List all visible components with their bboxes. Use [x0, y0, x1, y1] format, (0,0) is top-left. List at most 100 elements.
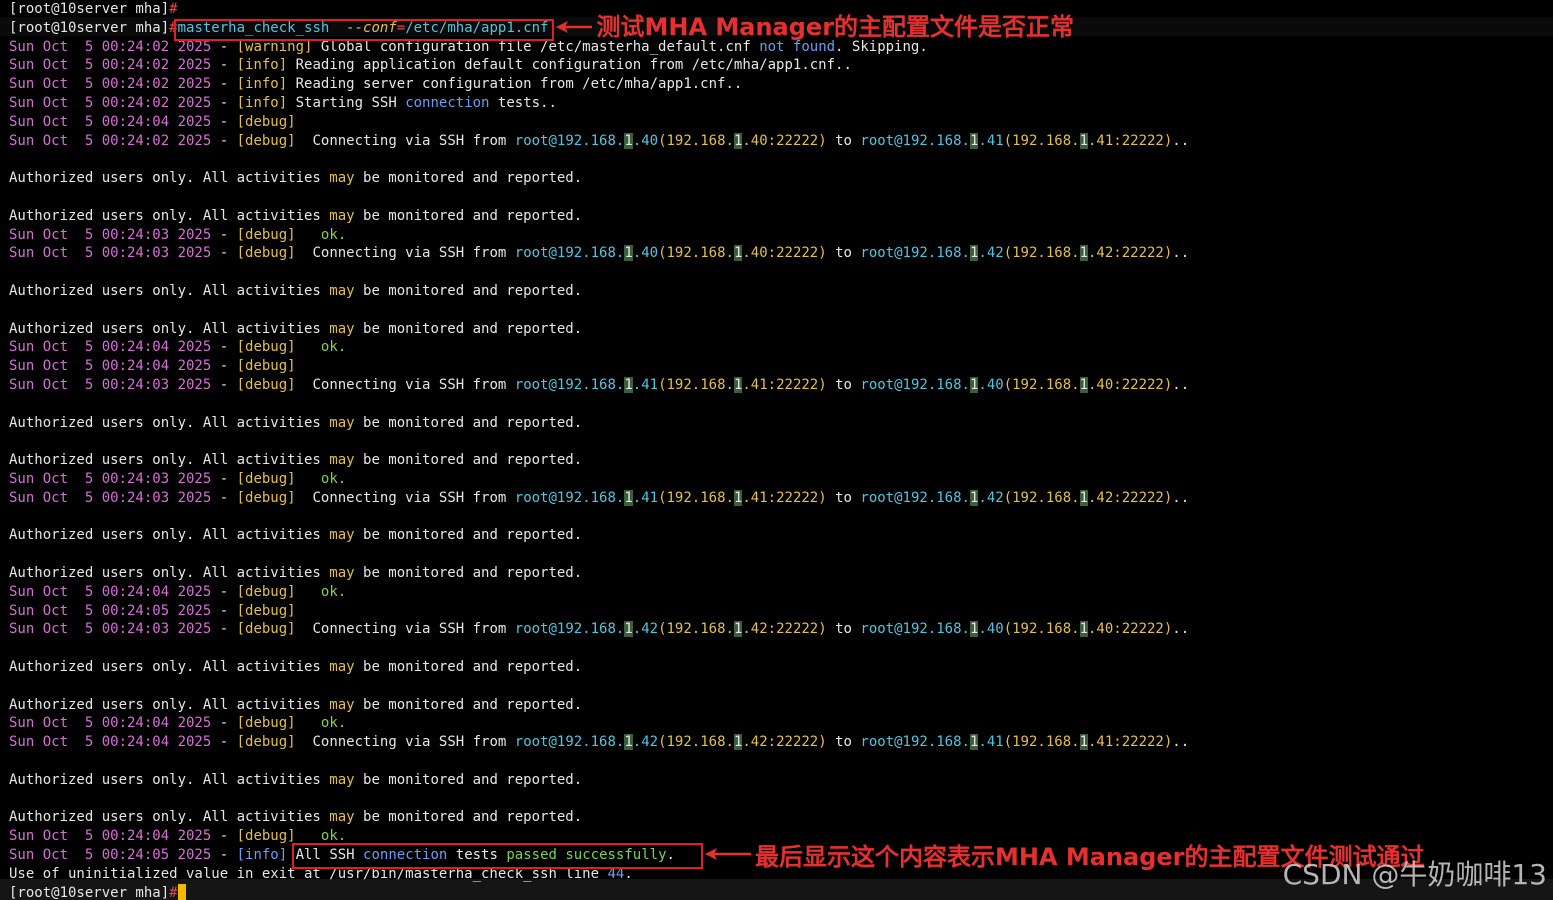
log-keyword: connection — [405, 95, 490, 111]
ip-port-text: .41:22222) — [1088, 734, 1173, 751]
log-dash: - — [211, 847, 237, 863]
ip-port-text: (192.168. — [1003, 377, 1080, 393]
ip-text: root@192.168. — [514, 245, 625, 262]
ok-status: ok. — [320, 583, 347, 600]
auth-text: be monitored and reported. — [354, 320, 583, 337]
auth-banner-line: Authorized users only. All activities ma… — [9, 282, 582, 300]
log-message: .. — [1172, 245, 1190, 262]
auth-text: Authorized users only. All activities — [9, 414, 330, 431]
log-message: .. — [1172, 621, 1190, 638]
auth-keyword: may — [329, 565, 355, 581]
log-line-ok: Sun Oct 5 00:24:04 2025 - [debug] ok. — [9, 714, 346, 732]
log-level: [debug] — [236, 583, 296, 600]
log-message: to — [826, 377, 861, 393]
log-message: .. — [1172, 489, 1190, 506]
auth-text: be monitored and reported. — [354, 659, 583, 675]
log-level: [debug] — [236, 132, 296, 149]
ip-port-text: .40:22222) — [742, 245, 827, 262]
log-dash: - — [211, 245, 237, 262]
ip-highlight: 1 — [1079, 621, 1088, 638]
ip-text: root@192.168. — [514, 377, 625, 393]
ip-text: .40 — [978, 621, 1004, 638]
log-level: [debug] — [236, 489, 296, 506]
ip-port-text: (192.168. — [658, 132, 734, 149]
ip-highlight: 1 — [624, 489, 633, 506]
log-timestamp: Sun Oct 5 00:24:04 2025 — [9, 734, 212, 751]
auth-text: Authorized users only. All activities — [9, 170, 330, 187]
log-level: [info] — [236, 76, 288, 93]
log-message: to — [826, 621, 861, 638]
log-level: [debug] — [236, 602, 296, 619]
prompt-symbol: # — [169, 884, 178, 900]
success-highlight-box — [291, 843, 703, 869]
ok-gap — [296, 339, 321, 355]
log-level: [debug] — [236, 245, 296, 262]
ip-text: root@192.168. — [514, 132, 625, 149]
ip-text: root@192.168. — [860, 734, 970, 751]
log-dash: - — [211, 715, 237, 732]
ip-port-text: (192.168. — [1003, 245, 1080, 262]
annotation-top: 测试MHA Manager的主配置文件是否正常 — [596, 13, 1075, 41]
ip-text: .42 — [632, 621, 659, 638]
log-timestamp: Sun Oct 5 00:24:02 2025 — [9, 95, 212, 111]
auth-keyword: may — [329, 696, 355, 713]
auth-text: Authorized users only. All activities — [9, 659, 330, 675]
log-level: [warning] — [236, 38, 313, 55]
ip-text: .41 — [632, 489, 659, 506]
log-level: [debug] — [236, 113, 296, 130]
log-line-header: Sun Oct 5 00:24:02 2025 - [info] Reading… — [9, 56, 852, 74]
ok-gap — [296, 584, 321, 600]
ip-highlight: 1 — [1079, 132, 1088, 149]
ip-highlight: 1 — [624, 132, 633, 149]
log-level: [debug] — [236, 226, 296, 243]
ip-port-text: .42:22222) — [1088, 489, 1173, 506]
ip-text: .41 — [978, 132, 1004, 149]
ip-port-text: (192.168. — [658, 734, 734, 751]
log-message: Starting SSH — [287, 95, 406, 111]
auth-keyword: may — [329, 659, 355, 675]
terminal-window[interactable]: [root@10server mha]# [root@10server mha]#… — [0, 0, 1553, 900]
auth-text: be monitored and reported. — [354, 565, 583, 581]
ip-highlight: 1 — [624, 245, 633, 262]
log-timestamp: Sun Oct 5 00:24:03 2025 — [9, 377, 212, 393]
log-level: [info] — [236, 847, 288, 863]
prompt-line-first: [root@10server mha]# — [9, 0, 178, 18]
auth-keyword: may — [329, 527, 355, 544]
arrow-icon-bottom — [704, 848, 751, 860]
log-dash: - — [211, 489, 237, 506]
auth-text: be monitored and reported. — [354, 809, 583, 826]
ip-text: root@192.168. — [514, 621, 625, 638]
log-message: to — [826, 132, 861, 149]
log-timestamp: Sun Oct 5 00:24:04 2025 — [9, 583, 212, 600]
auth-text: Authorized users only. All activities — [9, 527, 330, 544]
auth-keyword: may — [329, 809, 355, 826]
terminal-cursor[interactable] — [177, 884, 186, 900]
log-message: Reading application default configuratio… — [287, 57, 852, 74]
ip-text: root@192.168. — [860, 621, 970, 638]
log-dash: - — [211, 471, 237, 487]
ip-port-text: (192.168. — [1003, 132, 1080, 149]
log-level: [debug] — [236, 377, 296, 393]
log-line-connecting: Sun Oct 5 00:24:04 2025 - [debug] Connec… — [9, 733, 1189, 751]
log-dash: - — [211, 95, 237, 111]
log-message: Connecting via SSH from — [295, 489, 515, 506]
command-highlight-box — [173, 18, 555, 41]
ip-port-text: .41:22222) — [742, 489, 827, 506]
log-message: .. — [1172, 734, 1190, 751]
ip-port-text: (192.168. — [658, 377, 734, 393]
log-timestamp: Sun Oct 5 00:24:05 2025 — [9, 847, 212, 863]
log-message: .. — [1172, 377, 1190, 393]
ip-text: root@192.168. — [860, 377, 970, 393]
auth-text: Authorized users only. All activities — [9, 771, 330, 788]
log-timestamp: Sun Oct 5 00:24:04 2025 — [9, 113, 212, 130]
prompt-user-host: [root@10server mha] — [9, 884, 170, 900]
ip-highlight: 1 — [1079, 377, 1088, 393]
ok-status: ok. — [320, 339, 347, 356]
ip-port-text: (192.168. — [658, 621, 734, 638]
log-timestamp: Sun Oct 5 00:24:04 2025 — [9, 828, 212, 845]
log-line-header: Sun Oct 5 00:24:02 2025 - [info] Reading… — [9, 75, 742, 93]
auth-banner-line: Authorized users only. All activities ma… — [9, 320, 582, 338]
ok-gap — [296, 828, 321, 844]
ip-text: .41 — [632, 377, 659, 393]
ip-port-text: .40:22222) — [742, 132, 827, 149]
